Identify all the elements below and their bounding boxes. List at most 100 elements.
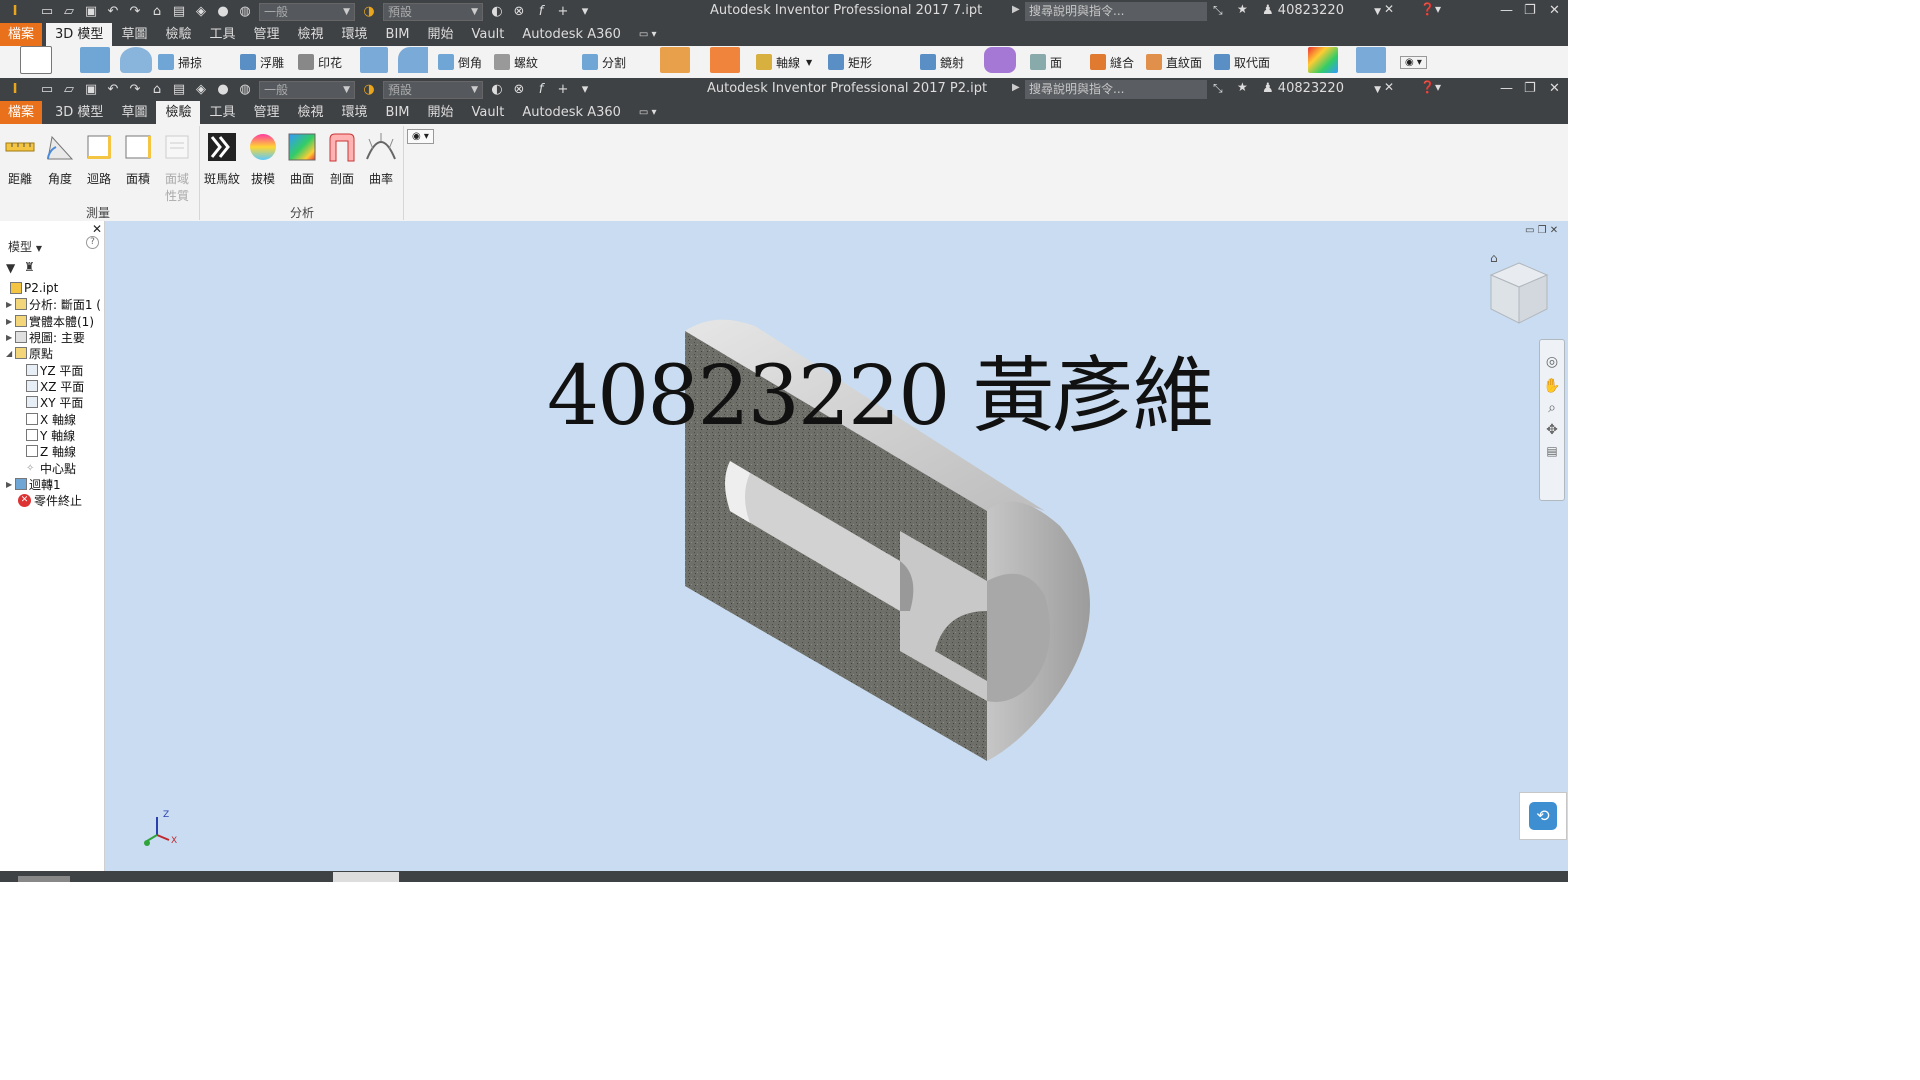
fx-icon[interactable]: f [532,82,550,98]
share-view-button[interactable]: ⟲ [1519,792,1567,840]
zebra-analysis-button[interactable]: 斑馬紋 [203,128,241,187]
extrude-icon[interactable] [80,47,114,73]
inventor-logo-icon[interactable]: I [6,82,24,98]
plus-icon[interactable]: + [554,4,572,20]
tree-node-z-axis[interactable]: Z 軸線 [26,443,76,459]
steering-wheel-icon[interactable]: ◎ [1540,354,1564,370]
ribbon-more-button[interactable]: ◉ ▾ [407,129,434,144]
surface-analysis-button[interactable]: 曲面 [283,128,321,187]
fillet-icon[interactable] [398,47,432,73]
loop-button[interactable]: 迴路 [80,128,118,187]
customize-icon[interactable]: ▾ [576,82,594,98]
browser-scrollbar[interactable] [18,876,70,882]
fx-icon[interactable]: f [532,4,550,20]
tree-node-origin[interactable]: ◢ 原點 [6,345,53,361]
pan-icon[interactable]: ✋ [1540,378,1564,394]
face-button[interactable]: 面 [1030,52,1062,72]
search-go-icon[interactable]: ⤡ [1213,3,1223,18]
tree-node-xy-plane[interactable]: XY 平面 [26,394,83,410]
orbit-icon[interactable]: ✥ [1540,422,1564,438]
stress-analysis-icon[interactable] [1308,47,1342,73]
tree-node-revolve[interactable]: ▶ 迴轉1 [6,476,61,492]
decal-button[interactable]: 印花 [298,52,342,72]
split-button[interactable]: 分割 [582,52,626,72]
tab-3d-model[interactable]: 3D 模型 [46,23,113,46]
clear-icon[interactable]: ⊗ [510,82,528,98]
freeform-icon[interactable] [984,47,1020,73]
axis-button[interactable]: 軸線 ▼ [756,52,812,72]
color-override-icon[interactable]: ● [214,4,232,20]
tab-view[interactable]: 檢視 [289,101,333,124]
area-button[interactable]: 面積 [119,128,157,187]
tab-environments[interactable]: 環境 [333,23,377,46]
viewport-window-controls[interactable]: ▭ ❐ ✕ [1525,225,1558,236]
curvature-analysis-button[interactable]: 曲率 [362,128,400,187]
help-search-input[interactable]: 搜尋說明與指令... [1025,80,1207,99]
rectangle-pattern-button[interactable]: 矩形 [828,52,872,72]
tab-tools[interactable]: 工具 [200,23,244,46]
mirror-button[interactable]: 鏡射 [920,52,964,72]
ribbon-more-icon[interactable]: ◉ ▾ [1400,52,1427,72]
minimize-icon[interactable]: — [1500,3,1513,18]
tab-file[interactable]: 檔案 [0,101,43,124]
region-properties-button[interactable]: 面域 性質 [158,128,196,204]
help-icon[interactable]: ❓▾ [1420,2,1441,16]
browser-help-icon[interactable]: ? [86,236,99,249]
tree-node-xz-plane[interactable]: XZ 平面 [26,378,84,394]
tree-node-view[interactable]: ▶ 視圖: 主要 [6,329,85,345]
material-combo[interactable]: 預設 ▼ [383,80,483,99]
redo-icon[interactable]: ↷ [126,4,144,20]
exchange-icon[interactable]: ✕ [1384,2,1394,16]
section-analysis-button[interactable]: 剖面 [323,128,361,187]
close-icon[interactable]: ✕ [1549,3,1560,18]
select-icon[interactable]: ◈ [192,4,210,20]
tree-node-end-of-part[interactable]: ✕ 零件終止 [18,492,82,508]
restore-icon[interactable]: ❐ [1524,81,1536,96]
tab-tools[interactable]: 工具 [200,101,244,124]
graphics-viewport[interactable]: ▭ ❐ ✕ 40823220 黃彥維 ⌂ ◎ ✋ ⌕ ✥ ▤ Z X ⟲ [105,221,1568,871]
update-icon[interactable]: ▤ [170,82,188,98]
filter-icon[interactable]: ▼ [6,261,15,275]
update-icon[interactable]: ▤ [170,4,188,20]
shell-icon[interactable] [360,47,392,73]
distance-button[interactable]: 距離 [1,128,39,187]
angle-button[interactable]: 角度 [41,128,79,187]
browser-close-icon[interactable]: ✕ [92,222,102,236]
tree-node-yz-plane[interactable]: YZ 平面 [26,362,83,378]
globe-icon[interactable]: ◍ [236,82,254,98]
look-at-icon[interactable]: ▤ [1540,444,1564,458]
draft-analysis-button[interactable]: 拔模 [244,128,282,187]
tab-bim[interactable]: BIM [377,23,419,46]
tab-a360[interactable]: Autodesk A360 [513,23,630,46]
find-icon[interactable]: ♜ [24,260,35,274]
tab-vault[interactable]: Vault [463,23,514,46]
undo-icon[interactable]: ↶ [104,4,122,20]
chamfer-button[interactable]: 倒角 [438,52,482,72]
viewcube[interactable] [1487,261,1551,327]
replace-face-button[interactable]: 取代面 [1214,52,1270,72]
stitch-button[interactable]: 縫合 [1090,52,1134,72]
tree-node-analysis[interactable]: ▶ 分析: 斷面1 ( [6,296,101,312]
plus-icon[interactable]: + [554,82,572,98]
clear-icon[interactable]: ⊗ [510,4,528,20]
home-icon[interactable]: ⌂ [148,82,166,98]
tab-a360[interactable]: Autodesk A360 [513,101,630,124]
user-account[interactable]: ♟ 40823220 ▼ [1262,3,1381,18]
convert-sheetmetal-icon[interactable] [1356,47,1390,73]
tree-node-y-axis[interactable]: Y 軸線 [26,427,75,443]
new-file-icon[interactable]: ▭ [38,4,56,20]
tab-3d-model[interactable]: 3D 模型 [46,101,112,124]
select-icon[interactable]: ◈ [192,82,210,98]
favorites-star-icon[interactable]: ★ [1237,2,1248,16]
customize-icon[interactable]: ▾ [576,4,594,20]
plane-icon[interactable] [710,47,744,73]
help-search-input[interactable]: 搜尋說明與指令... [1025,2,1207,21]
favorites-star-icon[interactable]: ★ [1237,80,1248,94]
user-account[interactable]: ♟ 40823220 ▼ [1262,81,1381,96]
tab-get-started[interactable]: 開始 [419,23,463,46]
tab-vault[interactable]: Vault [463,101,514,124]
tab-manage[interactable]: 管理 [244,101,288,124]
tab-inspect[interactable]: 檢驗 [156,23,200,46]
sketch-tool-icon[interactable] [20,46,56,74]
appearance-combo[interactable]: 一般 ▼ [259,2,355,21]
